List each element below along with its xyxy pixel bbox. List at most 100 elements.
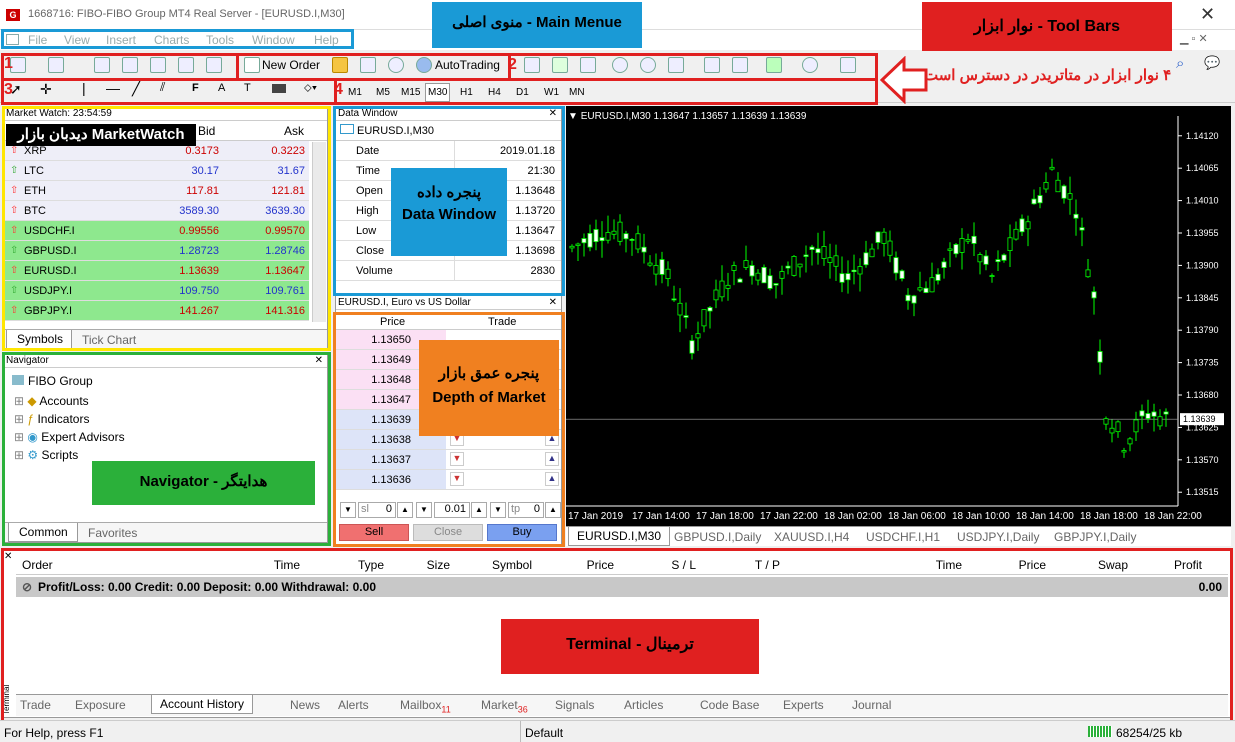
candle-body (965, 239, 971, 242)
candle-body (677, 302, 683, 316)
candle-body (833, 255, 839, 267)
chart-tab-usdchf[interactable]: USDCHF.I,H1 (866, 530, 940, 544)
candle-body (869, 248, 875, 258)
chat-icon[interactable]: 💬 (1204, 55, 1220, 71)
candle-body (1049, 166, 1055, 170)
candle-body (755, 272, 761, 281)
candle-body (575, 243, 581, 246)
close-icon[interactable]: ✕ (1200, 4, 1215, 25)
candle-body (917, 287, 923, 291)
chart-tab-eurusd[interactable]: EURUSD.I,M30 (568, 527, 671, 546)
market-watch-annotation: دیدبان بازار MarketWatch (6, 124, 196, 146)
candle-body (605, 232, 611, 241)
price-label: 1.13570 (1186, 455, 1219, 465)
dom-annotation: پنجره عمق بازار Depth of Market (419, 340, 559, 436)
candle-body (725, 284, 731, 289)
toolbar-number-1: 1 (4, 55, 13, 72)
candle-body (671, 298, 677, 301)
time-label: 18 Jan 18:00 (1080, 511, 1138, 522)
candle-body (1103, 418, 1109, 425)
candle-body (929, 277, 935, 293)
price-label: 1.13845 (1186, 293, 1219, 303)
time-label: 18 Jan 22:00 (1144, 511, 1202, 522)
candle-body (1109, 427, 1115, 434)
candle-body (959, 238, 965, 253)
candle-body (791, 256, 797, 276)
candle-body (821, 246, 827, 259)
chart-tab-gbpusd[interactable]: GBPUSD.I,Daily (674, 530, 761, 544)
candle-body (875, 231, 881, 243)
candle-body (797, 263, 803, 268)
candle-body (701, 309, 707, 327)
toolbar-divider-v1 (236, 53, 239, 80)
time-label: 17 Jan 14:00 (632, 511, 690, 522)
candle-body (839, 273, 845, 283)
arrow-annotation-icon (880, 56, 928, 104)
candle-body (761, 266, 767, 284)
candle-body (911, 295, 917, 304)
connection-icon (1088, 726, 1112, 737)
candle-body (845, 273, 851, 281)
candle-body (977, 254, 983, 263)
candle-body (641, 246, 647, 253)
candle-body (1007, 237, 1013, 252)
status-profile: Default (525, 726, 564, 740)
candle-body (899, 270, 905, 279)
candle-body (635, 233, 641, 250)
candle-body (803, 254, 809, 257)
candle-body (851, 269, 857, 273)
dom-close-icon[interactable]: ✕ (549, 296, 561, 309)
candle-body (1091, 291, 1097, 299)
candle-body (713, 289, 719, 301)
time-label: 17 Jan 22:00 (760, 511, 818, 522)
candle-body (707, 307, 713, 312)
data-window-highlight (333, 106, 565, 296)
chart-tab-usdjpy[interactable]: USDJPY.I,Daily (957, 530, 1039, 544)
time-label: 17 Jan 18:00 (696, 511, 754, 522)
candle-body (1121, 450, 1127, 453)
candle-body (1133, 419, 1139, 433)
app-logo: G (6, 9, 20, 21)
status-bar: For Help, press F1 Default 68254/25 kb (0, 720, 1235, 742)
candle-body (653, 265, 659, 275)
candle-body (1055, 179, 1061, 193)
dom-annotation-en: Depth of Market (432, 389, 546, 406)
candle-body (923, 287, 929, 293)
price-label: 1.13790 (1186, 325, 1219, 335)
candle-body (611, 230, 617, 235)
candle-body (737, 278, 743, 283)
status-divider (520, 721, 522, 742)
chart-tab-gbpjpy[interactable]: GBPJPY.I,Daily (1054, 530, 1136, 544)
candle-body (683, 315, 689, 318)
candle-body (809, 246, 815, 250)
status-help: For Help, press F1 (4, 726, 104, 740)
dom-title: EURUSD.I, Euro vs US Dollar (338, 297, 471, 308)
time-label: 18 Jan 10:00 (952, 511, 1010, 522)
chart-window[interactable]: ▼ EURUSD.I,M30 1.13647 1.13657 1.13639 1… (566, 106, 1231, 546)
search-icon[interactable]: ⌕ (1176, 55, 1184, 72)
candle-body (863, 252, 869, 266)
candle-body (1163, 411, 1169, 415)
main-menu-highlight (1, 29, 354, 49)
candle-body (1127, 438, 1133, 445)
mdi-controls[interactable]: ▁ ▫ ✕ (1180, 32, 1208, 45)
candle-body (779, 271, 785, 279)
toolbars-note: ۴ نوار ابزار در متاتریدر در دسترس است (924, 67, 1172, 84)
candle-body (587, 233, 593, 248)
candle-body (995, 259, 1001, 263)
candle-body (1013, 228, 1019, 240)
price-label: 1.13900 (1186, 260, 1219, 270)
candle-body (719, 280, 725, 298)
candle-body (1025, 221, 1031, 230)
candle-body (731, 265, 737, 271)
candle-body (971, 235, 977, 244)
candle-body (665, 268, 671, 280)
candle-body (629, 239, 635, 241)
toolbars-annotation: نوار ابزار - Tool Bars (922, 2, 1172, 55)
candle-body (989, 275, 995, 277)
chart-tab-xauusd[interactable]: XAUUSD.I,H4 (774, 530, 849, 544)
candle-body (1085, 269, 1091, 278)
candle-body (953, 244, 959, 255)
dom-annotation-fa: پنجره عمق بازار (438, 365, 540, 382)
candle-body (941, 261, 947, 268)
